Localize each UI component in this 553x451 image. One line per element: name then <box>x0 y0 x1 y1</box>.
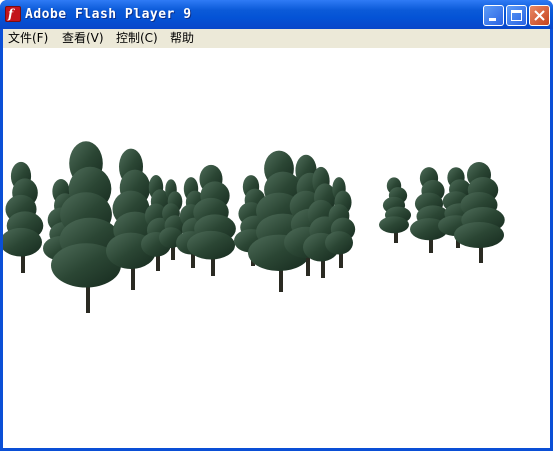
menu-view[interactable]: 查看(V) <box>62 30 104 47</box>
maximize-button[interactable] <box>506 5 527 26</box>
flash-player-window: f Adobe Flash Player 9 文件(F) 查看(V) 控制(C)… <box>0 0 553 451</box>
close-icon <box>534 10 545 21</box>
title-bar[interactable]: f Adobe Flash Player 9 <box>0 0 553 29</box>
close-button[interactable] <box>529 5 550 26</box>
maximize-icon <box>511 10 522 21</box>
tree-scene <box>3 141 505 313</box>
pine-tree <box>3 161 44 273</box>
menu-control[interactable]: 控制(C) <box>116 30 158 47</box>
pine-tree <box>379 177 412 243</box>
menu-help[interactable]: 帮助 <box>170 30 194 47</box>
menu-file[interactable]: 文件(F) <box>8 30 48 47</box>
minimize-button[interactable] <box>483 5 504 26</box>
flash-stage[interactable] <box>3 48 550 448</box>
menu-bar: 文件(F) 查看(V) 控制(C) 帮助 <box>3 29 550 48</box>
window-title: Adobe Flash Player 9 <box>25 7 192 22</box>
flash-player-icon[interactable]: f <box>5 6 21 22</box>
trees-group <box>3 141 505 313</box>
pine-tree <box>410 167 450 253</box>
minimize-icon <box>489 18 496 21</box>
flash-glyph: f <box>8 7 14 21</box>
